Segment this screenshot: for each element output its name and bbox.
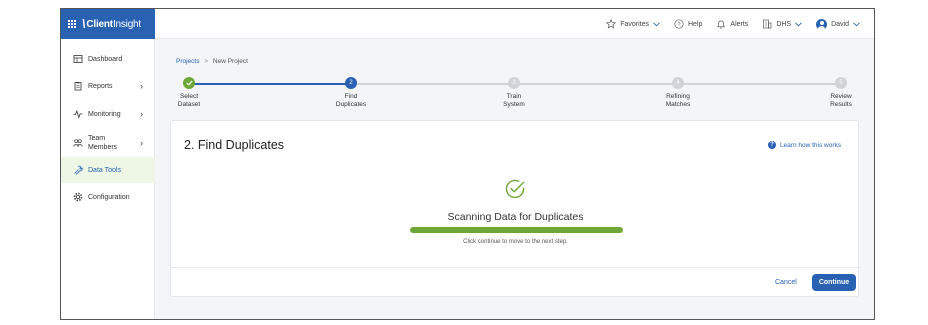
avatar — [816, 18, 828, 30]
cancel-button[interactable]: Cancel — [775, 279, 797, 286]
brand-logo[interactable]: \ ClientInsight — [61, 9, 155, 39]
step-label-line-1: Select — [179, 93, 199, 100]
sidebar-item-monitoring[interactable]: Monitoring › — [61, 104, 155, 124]
app-window: \ ClientInsight Favorites ? Help Alerts … — [60, 8, 875, 320]
step-label-line-1: Train — [506, 93, 522, 100]
step-label-line-2: Dataset — [177, 101, 201, 108]
alerts-menu[interactable]: Alerts — [716, 19, 748, 29]
step-label: Find Duplicates — [321, 93, 381, 109]
help-icon: ? — [674, 19, 684, 29]
scan-progress-fill — [410, 227, 623, 233]
sidebar-item-label: Dashboard — [88, 55, 123, 63]
favorites-label: Favorites — [620, 20, 649, 28]
learn-how-label: Learn how this works — [779, 141, 841, 149]
top-bar: \ ClientInsight Favorites ? Help Alerts … — [61, 9, 874, 39]
tools-icon — [73, 165, 83, 175]
sidebar-item-data-tools[interactable]: Data Tools — [61, 157, 155, 183]
sidebar-item-team-members[interactable]: Team Members › — [61, 131, 155, 155]
chevron-down-icon — [853, 21, 860, 26]
brand-mark-icon: \ — [82, 17, 86, 31]
app-grid-icon — [68, 20, 76, 28]
step-label: Refining Matches — [648, 93, 708, 109]
alerts-label: Alerts — [730, 20, 749, 28]
help-icon: ? — [767, 141, 776, 149]
label-line-1: Team — [88, 135, 106, 142]
sidebar-item-label: Reports — [88, 82, 113, 90]
org-label: DHS — [776, 20, 792, 28]
step-label: Select Dataset — [159, 93, 219, 109]
label-line-2: Members — [88, 144, 118, 151]
breadcrumb-separator: > — [204, 58, 209, 65]
chevron-down-icon — [795, 21, 802, 26]
pulse-icon — [73, 109, 83, 119]
user-name: David — [831, 20, 849, 28]
breadcrumb-projects-link[interactable]: Projects — [176, 58, 199, 65]
scan-progress-bar — [410, 227, 623, 233]
step-number: 2 — [345, 77, 357, 89]
sidebar-item-reports[interactable]: Reports › — [61, 76, 155, 96]
step-find-duplicates: 2 Find Duplicates — [321, 77, 381, 109]
brand-name: ClientInsight — [86, 18, 142, 30]
bell-icon — [717, 20, 726, 29]
step-number: 3 — [508, 77, 520, 89]
scan-status: Scanning Data for Duplicates — [447, 211, 584, 223]
step-review-results: 5 Review Results — [811, 77, 871, 109]
star-icon — [606, 19, 617, 29]
step-number: 5 — [835, 77, 847, 89]
step-label-line-2: Results — [830, 101, 852, 108]
stepper-track-remaining — [351, 83, 843, 85]
learn-how-link[interactable]: ? Learn how this works — [767, 141, 841, 149]
chevron-right-icon: › — [140, 81, 143, 91]
user-menu[interactable]: David — [816, 18, 860, 30]
sidebar-item-label: Monitoring — [88, 110, 121, 118]
sidebar-item-label: Configuration — [88, 193, 130, 201]
org-menu[interactable]: DHS — [762, 19, 802, 29]
sidebar-item-dashboard[interactable]: Dashboard — [61, 49, 155, 69]
continue-button[interactable]: Continue — [812, 274, 856, 291]
step-label: Train System — [484, 93, 544, 109]
check-circle-icon — [505, 179, 525, 199]
gear-icon — [73, 192, 83, 202]
step-label: Review Results — [811, 93, 871, 109]
step-train-system: 3 Train System — [484, 77, 544, 109]
card-divider — [171, 267, 858, 268]
svg-text:?: ? — [677, 22, 680, 28]
sidebar-item-configuration[interactable]: Configuration — [61, 187, 155, 207]
progress-stepper: Select Dataset 2 Find Duplicates 3 Train Sy… — [171, 77, 861, 119]
dashboard-icon — [73, 54, 83, 64]
reports-icon — [73, 81, 83, 91]
step-refining-matches: 4 Refining Matches — [648, 77, 708, 109]
card-title: 2. Find Duplicates — [184, 138, 285, 152]
sidebar: Dashboard Reports › Monitoring › Team Mem… — [61, 39, 155, 319]
breadcrumb: Projects > New Project — [176, 58, 248, 65]
step-label-line-1: Find — [344, 93, 358, 100]
step-label-line-1: Review — [830, 93, 852, 100]
step-label-line-2: Matches — [665, 101, 691, 108]
favorites-menu[interactable]: Favorites — [606, 19, 660, 29]
step-label-line-2: Duplicates — [335, 101, 367, 108]
chevron-right-icon: › — [140, 138, 143, 148]
team-icon — [73, 138, 83, 148]
breadcrumb-current: New Project — [212, 58, 248, 65]
step-complete-icon — [183, 77, 195, 89]
sidebar-item-label: Team Members — [88, 134, 117, 152]
building-icon — [763, 19, 772, 29]
continue-hint: Click continue to move to the next step. — [463, 239, 568, 245]
step-label-line-2: System — [503, 101, 525, 108]
help-label: Help — [688, 20, 703, 28]
step-label-line-1: Refining — [666, 93, 690, 100]
step-number: 4 — [672, 77, 684, 89]
find-duplicates-card: 2. Find Duplicates ? Learn how this work… — [170, 120, 859, 297]
step-select-dataset: Select Dataset — [159, 77, 219, 109]
chevron-right-icon: › — [140, 109, 143, 119]
top-nav: Favorites ? Help Alerts DHS David — [606, 9, 860, 39]
help-menu[interactable]: ? Help — [674, 19, 702, 29]
chevron-down-icon — [653, 21, 660, 26]
sidebar-item-label: Data Tools — [88, 166, 121, 174]
